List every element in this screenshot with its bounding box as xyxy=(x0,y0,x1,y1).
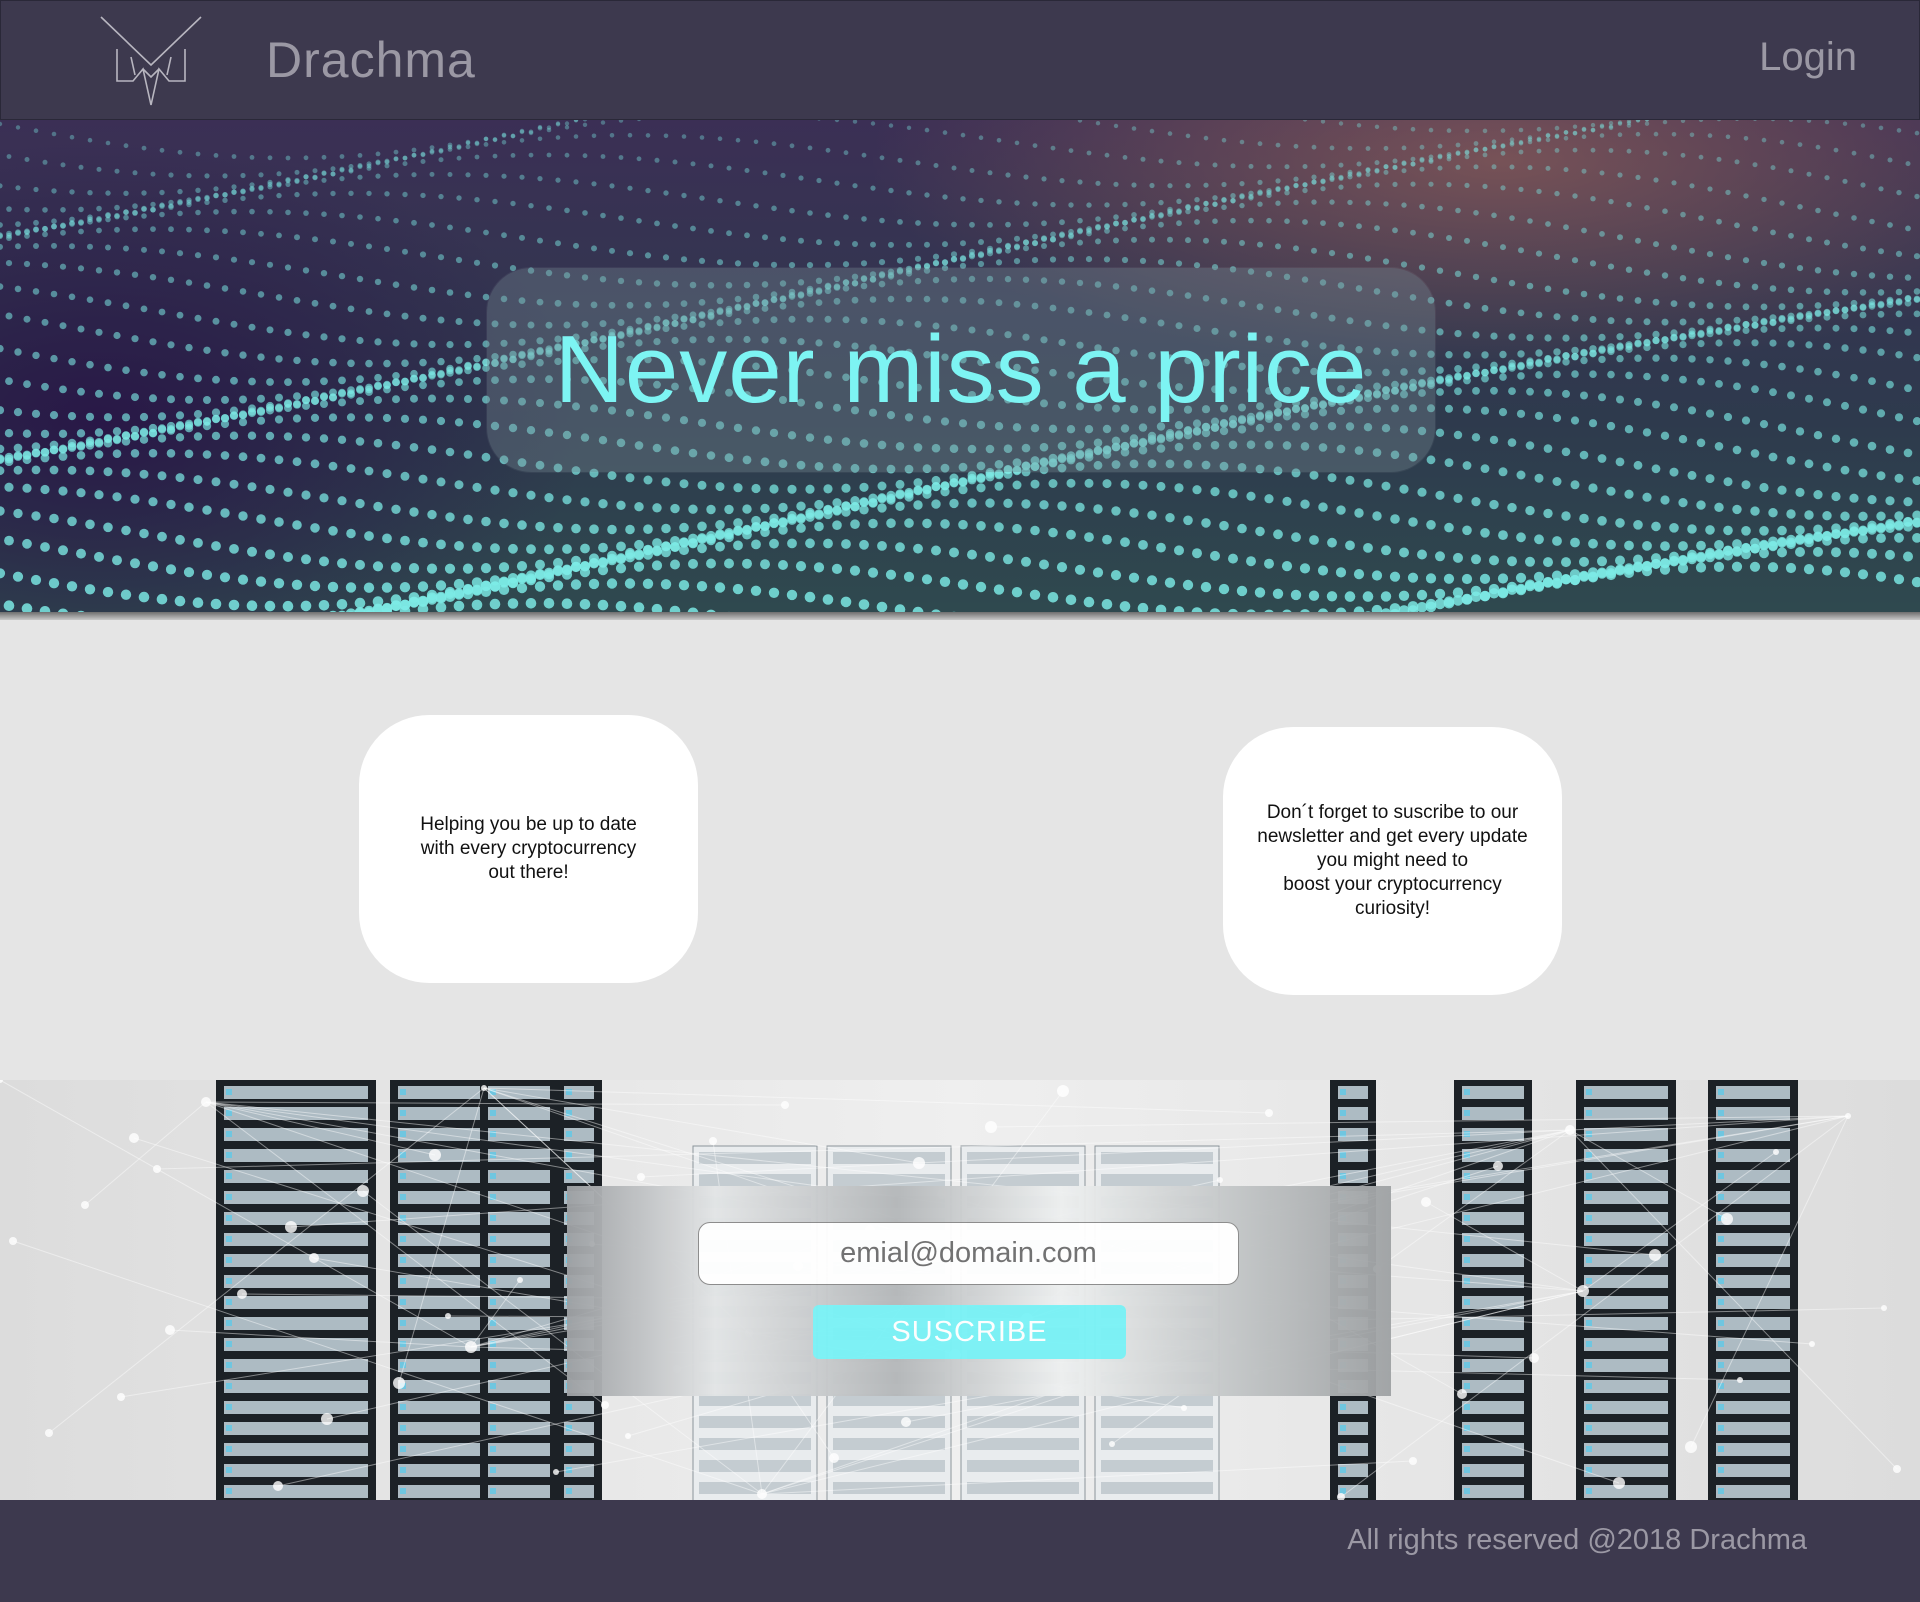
owl-logo-icon[interactable] xyxy=(97,13,205,107)
info-card-updates: Helping you be up to date with every cry… xyxy=(359,715,698,983)
email-input[interactable] xyxy=(698,1222,1239,1285)
info-card-newsletter: Don´t forget to suscribe to our newslett… xyxy=(1223,727,1562,995)
newsletter-section: SUSCRIBE xyxy=(0,1080,1920,1500)
subscribe-button[interactable]: SUSCRIBE xyxy=(813,1305,1126,1359)
info-card-text: Don´t forget to suscribe to our newslett… xyxy=(1257,802,1528,919)
site-footer: All rights reserved @2018 Drachma xyxy=(0,1500,1920,1602)
info-card-text: Helping you be up to date with every cry… xyxy=(420,814,637,883)
hero-title-box: Never miss a price xyxy=(487,268,1435,472)
info-section: Helping you be up to date with every cry… xyxy=(0,620,1920,1080)
brand-name[interactable]: Drachma xyxy=(266,31,476,89)
login-link[interactable]: Login xyxy=(1759,35,1857,80)
hero-banner: Never miss a price xyxy=(0,120,1920,620)
subscribe-panel: SUSCRIBE xyxy=(567,1186,1391,1396)
copyright-text: All rights reserved @2018 Drachma xyxy=(1347,1524,1807,1556)
site-header: Drachma Login xyxy=(0,0,1920,120)
hero-title: Never miss a price xyxy=(554,316,1368,423)
